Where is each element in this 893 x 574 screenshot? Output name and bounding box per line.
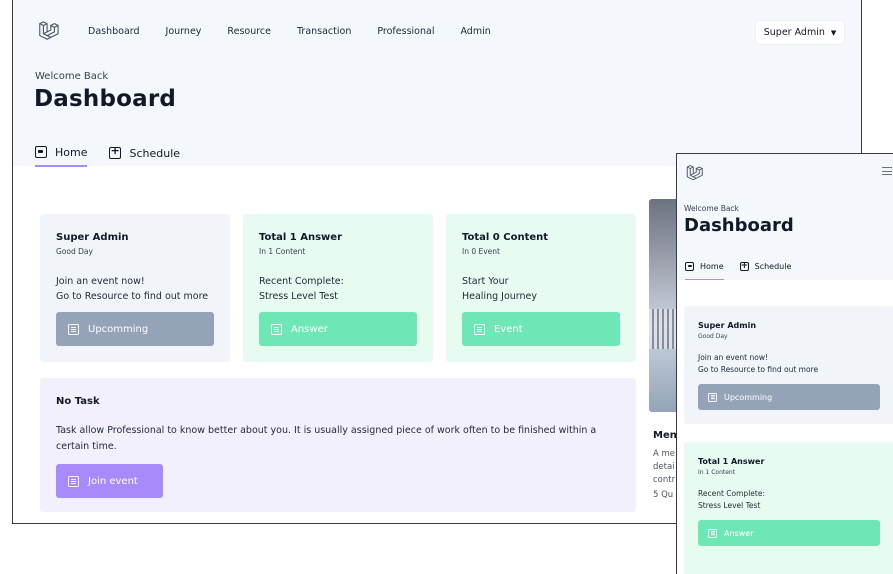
button-label: Upcomming bbox=[724, 392, 773, 402]
card-line: Go to Resource to find out more bbox=[698, 365, 819, 374]
card-line: Healing Journey bbox=[462, 291, 538, 302]
event-button[interactable]: Event bbox=[462, 312, 620, 346]
tab-home[interactable]: Home bbox=[35, 139, 88, 167]
card-line: Stress Level Test bbox=[259, 291, 339, 302]
card-subtitle: In 1 Content bbox=[259, 247, 306, 256]
schedule-plus-icon bbox=[109, 144, 122, 159]
join-event-button[interactable]: Join event bbox=[56, 464, 163, 498]
side-desc-line: detai bbox=[653, 462, 675, 472]
card-total-content: Total 0 Content In 0 Event Start Your He… bbox=[446, 214, 636, 362]
laravel-logo-icon[interactable] bbox=[685, 164, 703, 182]
card-subtitle: Good Day bbox=[56, 247, 93, 256]
card-line: Recent Complete: bbox=[259, 276, 344, 287]
list-icon bbox=[708, 392, 717, 402]
card-subtitle: In 0 Event bbox=[462, 247, 500, 256]
list-icon bbox=[474, 323, 485, 335]
card-title: Total 0 Content bbox=[462, 232, 549, 243]
side-card-title[interactable]: Men bbox=[653, 430, 677, 441]
tab-bar: Home Schedule bbox=[35, 139, 180, 167]
page-title: Dashboard bbox=[34, 86, 177, 112]
tab-schedule-label: Schedule bbox=[129, 146, 181, 160]
upcomming-button[interactable]: Upcomming bbox=[698, 384, 880, 410]
card-subtitle: In 1 Content bbox=[698, 469, 736, 476]
nav-admin[interactable]: Admin bbox=[460, 26, 490, 37]
card-super-admin: Super Admin Good Day Join an event now! … bbox=[40, 214, 230, 362]
card-title: Total 1 Answer bbox=[259, 232, 343, 243]
user-menu-button[interactable]: Super Admin ▼ bbox=[756, 21, 844, 44]
tab-home-label: Home bbox=[55, 145, 88, 159]
side-desc-line: contr bbox=[653, 475, 676, 485]
button-label: Answer bbox=[291, 323, 328, 335]
list-icon bbox=[708, 528, 717, 538]
user-menu-label: Super Admin bbox=[763, 27, 825, 38]
card-title: Total 1 Answer bbox=[698, 457, 765, 466]
tab-schedule[interactable]: Schedule bbox=[109, 139, 180, 167]
side-card-description: A me detai contr bbox=[653, 448, 675, 487]
card-line: Recent Complete: bbox=[698, 489, 765, 498]
card-title: No Task bbox=[56, 396, 100, 407]
tab-schedule[interactable]: Schedule bbox=[739, 253, 792, 280]
tab-schedule-label: Schedule bbox=[754, 262, 792, 271]
top-nav: Dashboard Journey Resource Transaction P… bbox=[13, 0, 861, 64]
button-label: Upcomming bbox=[88, 323, 149, 335]
upcomming-button[interactable]: Upcomming bbox=[56, 312, 214, 346]
hamburger-menu-icon[interactable] bbox=[882, 167, 892, 175]
card-total-answer: Total 1 Answer In 1 Content Recent Compl… bbox=[684, 442, 893, 574]
card-description: Task allow Professional to know better a… bbox=[56, 425, 597, 452]
tab-home[interactable]: Home bbox=[685, 253, 724, 280]
list-icon bbox=[68, 323, 79, 335]
schedule-plus-icon bbox=[739, 261, 749, 271]
list-icon bbox=[271, 323, 282, 335]
tab-home-label: Home bbox=[700, 261, 724, 271]
list-icon bbox=[68, 475, 79, 487]
card-title: Super Admin bbox=[56, 232, 129, 243]
side-desc-line: A me bbox=[653, 449, 676, 459]
card-line: Join an event now! bbox=[698, 353, 768, 362]
nav-resource[interactable]: Resource bbox=[227, 26, 271, 37]
card-super-admin: Super Admin Good Day Join an event now! … bbox=[684, 306, 893, 424]
nav-dashboard[interactable]: Dashboard bbox=[88, 26, 140, 37]
nav-professional[interactable]: Professional bbox=[377, 26, 434, 37]
laravel-logo-icon[interactable] bbox=[37, 20, 59, 42]
nav-journey[interactable]: Journey bbox=[166, 26, 202, 37]
card-line: Join an event now! bbox=[56, 276, 145, 287]
tab-bar: Home Schedule bbox=[685, 253, 791, 280]
card-total-answer: Total 1 Answer In 1 Content Recent Compl… bbox=[243, 214, 433, 362]
answer-button[interactable]: Answer bbox=[259, 312, 417, 346]
button-label: Join event bbox=[88, 475, 138, 487]
home-icon bbox=[685, 261, 694, 271]
card-subtitle: Good Day bbox=[698, 333, 728, 340]
button-label: Event bbox=[494, 323, 523, 335]
screenshot-stage: Dashboard Journey Resource Transaction P… bbox=[0, 0, 893, 574]
home-icon bbox=[35, 146, 47, 158]
card-line: Stress Level Test bbox=[698, 501, 761, 510]
notebook-image bbox=[649, 199, 679, 412]
mobile-view: Welcome Back Dashboard Home Schedule Sup… bbox=[676, 153, 893, 574]
welcome-text: Welcome Back bbox=[35, 71, 109, 82]
card-title: Super Admin bbox=[698, 321, 757, 330]
nav-transaction[interactable]: Transaction bbox=[297, 26, 351, 37]
button-label: Answer bbox=[724, 528, 754, 538]
chevron-down-icon: ▼ bbox=[830, 28, 837, 37]
card-line: Start Your bbox=[462, 276, 509, 287]
page-title: Dashboard bbox=[684, 215, 794, 236]
answer-button[interactable]: Answer bbox=[698, 520, 880, 546]
card-line: Go to Resource to find out more bbox=[56, 291, 209, 302]
side-card-meta: 5 Qu bbox=[653, 490, 674, 500]
card-no-task: No Task Task allow Professional to know … bbox=[40, 378, 636, 512]
welcome-text: Welcome Back bbox=[684, 204, 739, 213]
